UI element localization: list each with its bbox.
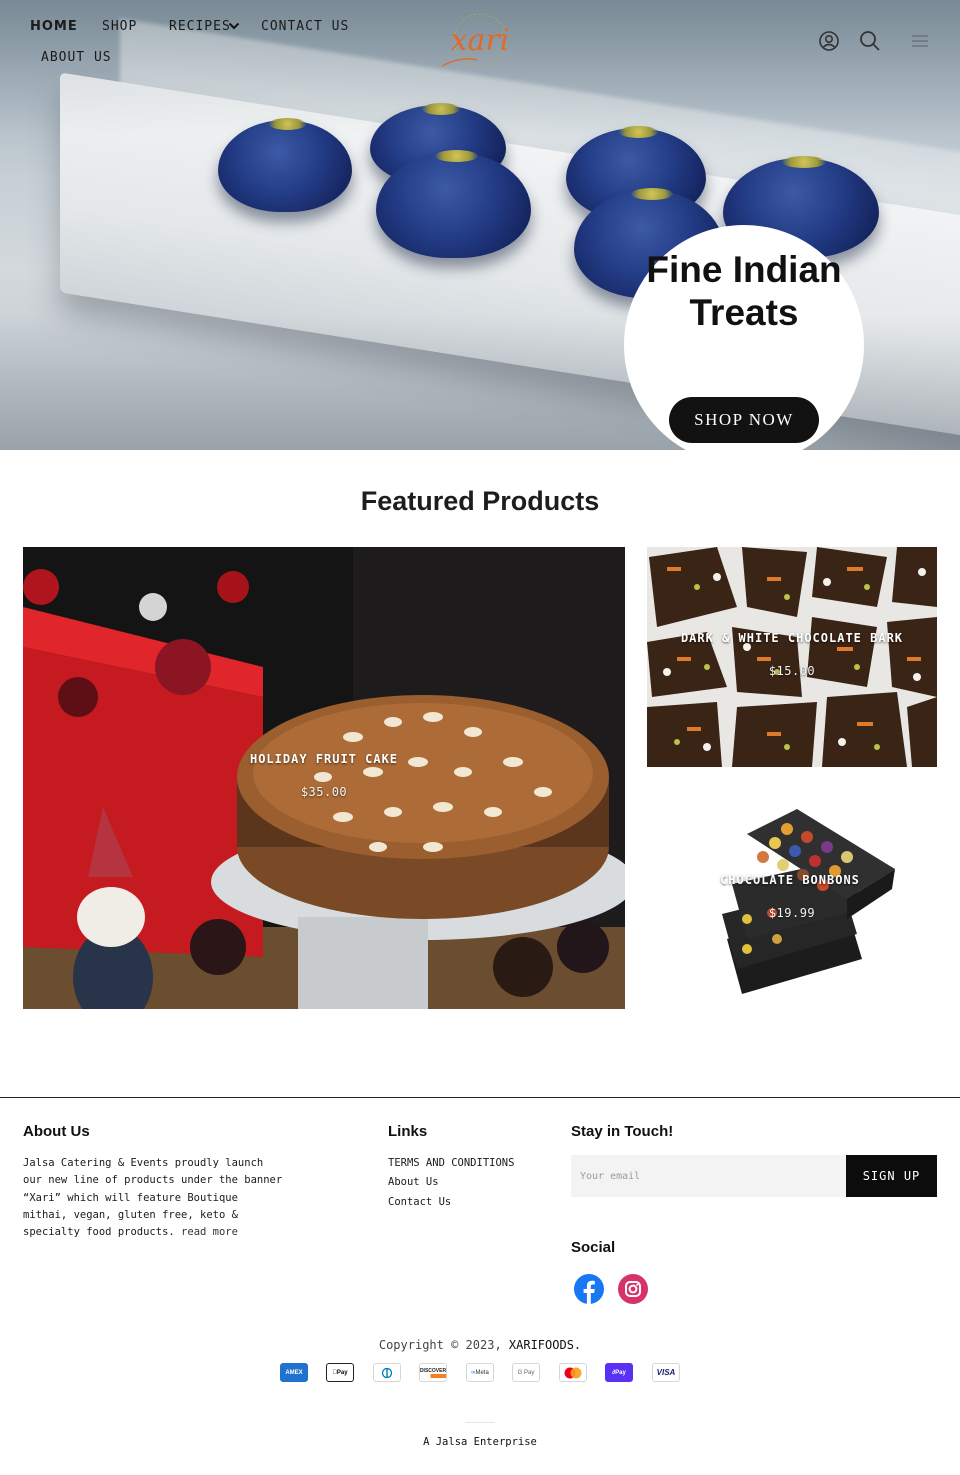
product-name: DARK & WHITE CHOCOLATE BARK (680, 631, 904, 645)
menu-icon[interactable] (909, 30, 931, 52)
copyright-brand-link[interactable]: XARIFOODS. (509, 1338, 581, 1352)
nav-recipes[interactable]: RECIPES (169, 19, 231, 34)
shop-pay-icon: ∂ Pay (605, 1363, 633, 1382)
meta-pay-icon: ∞ Meta (466, 1363, 494, 1382)
product-name: CHOCOLATE BONBONS (720, 873, 860, 887)
amex-icon: AMEX (280, 1363, 308, 1382)
chocolate-bark-image (647, 547, 937, 767)
holiday-fruit-cake-image (23, 547, 625, 1009)
about-us-link[interactable]: About Us (388, 1176, 439, 1188)
visa-icon: VISA (652, 1363, 680, 1382)
product-tile-dark-white-chocolate-bark[interactable]: DARK & WHITE CHOCOLATE BARK $15.00 (647, 547, 937, 767)
about-us-heading: About Us (23, 1123, 90, 1140)
diners-club-icon (373, 1363, 401, 1382)
product-tile-holiday-fruit-cake[interactable]: HOLIDAY FRUIT CAKE $35.00 (23, 547, 625, 1009)
featured-products-heading: Featured Products (360, 486, 600, 516)
discover-icon: DISCOVER (419, 1363, 447, 1382)
hero-title: Fine Indian Treats (646, 249, 842, 333)
about-us-text: Jalsa Catering & Events proudly launch o… (23, 1155, 285, 1241)
contact-us-link[interactable]: Contact Us (388, 1196, 451, 1208)
copyright: Copyright © 2023, XARIFOODS. (0, 1338, 960, 1352)
mastercard-icon (559, 1363, 587, 1382)
copyright-text: Copyright © 2023, (378, 1338, 502, 1352)
email-input[interactable] (571, 1155, 847, 1197)
product-price: $15.00 (768, 664, 816, 678)
enterprise-divider (465, 1422, 495, 1423)
chevron-down-icon[interactable] (228, 20, 240, 32)
sign-up-button[interactable]: SIGN UP (846, 1155, 937, 1197)
terms-link[interactable]: TERMS AND CONDITIONS (388, 1157, 514, 1169)
product-price: $35.00 (300, 785, 348, 799)
shop-now-button[interactable]: SHOP NOW (669, 397, 819, 443)
footer-divider (0, 1097, 960, 1098)
instagram-icon[interactable] (617, 1273, 649, 1305)
links-heading: Links (388, 1123, 428, 1140)
logo-text: xari (451, 23, 510, 58)
about-us-body: Jalsa Catering & Events proudly launch o… (23, 1157, 283, 1239)
google-pay-icon: G Pay (512, 1363, 540, 1382)
facebook-icon[interactable] (573, 1273, 605, 1305)
account-icon[interactable] (818, 30, 840, 52)
nav-contact-us[interactable]: CONTACT US (261, 19, 349, 34)
apple-pay-icon: Pay (326, 1363, 354, 1382)
product-tile-chocolate-bonbons[interactable]: CHOCOLATE BONBONS $19.99 (647, 789, 937, 1009)
social-heading: Social (571, 1239, 616, 1256)
chocolate-bonbons-image (647, 789, 937, 1009)
nav-about-us[interactable]: ABOUT US (41, 50, 112, 65)
enterprise-text: A Jalsa Enterprise (423, 1436, 537, 1448)
xari-logo[interactable]: xari (432, 10, 528, 72)
nav-home[interactable]: HOME (30, 19, 78, 34)
hero-banner: HOME SHOP RECIPES CONTACT US ABOUT US xa… (0, 0, 960, 450)
nav-shop[interactable]: SHOP (102, 19, 137, 34)
stay-in-touch-heading: Stay in Touch! (571, 1123, 674, 1140)
product-name: HOLIDAY FRUIT CAKE (249, 752, 399, 766)
search-icon[interactable] (859, 30, 881, 52)
read-more-link[interactable]: read more (181, 1226, 238, 1238)
product-price: $19.99 (768, 906, 816, 920)
